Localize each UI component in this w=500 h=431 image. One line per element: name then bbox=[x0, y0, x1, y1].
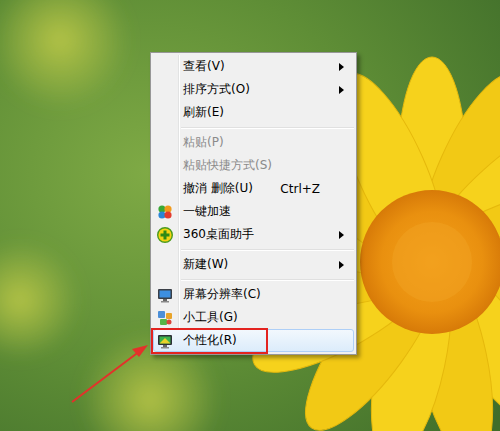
menu-item-label: 小工具(G) bbox=[183, 307, 339, 328]
menu-item-label: 屏幕分辨率(C) bbox=[183, 284, 339, 305]
icon-slot bbox=[157, 105, 173, 121]
menu-item-label: 新建(W) bbox=[183, 254, 339, 275]
menu-item-label: 个性化(R) bbox=[183, 330, 339, 351]
submenu-arrow-icon bbox=[339, 337, 344, 345]
menu-item-label: 360桌面助手 bbox=[183, 224, 339, 245]
menu-separator bbox=[181, 246, 354, 253]
menu-item[interactable]: 360桌面助手 bbox=[153, 223, 354, 246]
menu-item[interactable]: 刷新(E) bbox=[153, 101, 354, 124]
menu-item-label: 排序方式(O) bbox=[183, 79, 339, 100]
menu-item-label: 查看(V) bbox=[183, 56, 339, 77]
monitor-icon bbox=[157, 287, 173, 303]
menu-separator bbox=[181, 276, 354, 283]
menu-item[interactable]: 撤消 删除(U)Ctrl+Z bbox=[153, 177, 354, 200]
menu-item[interactable]: 粘贴(P) bbox=[153, 131, 354, 154]
icon-slot bbox=[157, 181, 173, 197]
shortcut: Ctrl+Z bbox=[280, 182, 320, 196]
menu-item[interactable]: 小工具(G) bbox=[153, 306, 354, 329]
menu-item-label: 粘贴(P) bbox=[183, 132, 339, 153]
icon-slot bbox=[157, 135, 173, 151]
menu-item[interactable]: 查看(V) bbox=[153, 55, 354, 78]
menu-item[interactable]: 屏幕分辨率(C) bbox=[153, 283, 354, 306]
icon-slot bbox=[157, 257, 173, 273]
menu-gutter bbox=[178, 55, 180, 352]
submenu-arrow-icon bbox=[339, 86, 344, 94]
menu-item-label: 一键加速 bbox=[183, 201, 339, 222]
menu-item[interactable]: 排序方式(O) bbox=[153, 78, 354, 101]
assistant-icon bbox=[157, 227, 173, 243]
menu-item-label: 撤消 删除(U) bbox=[183, 178, 280, 199]
submenu-arrow-icon bbox=[339, 231, 344, 239]
icon-slot bbox=[157, 82, 173, 98]
gadgets-icon bbox=[157, 310, 173, 326]
personalize-icon bbox=[157, 333, 173, 349]
icon-slot bbox=[157, 59, 173, 75]
submenu-arrow-icon bbox=[339, 261, 344, 269]
speedup-icon bbox=[157, 204, 173, 220]
menu-item[interactable]: 一键加速 bbox=[153, 200, 354, 223]
icon-slot bbox=[157, 158, 173, 174]
annotation-box bbox=[151, 328, 268, 354]
menu-item[interactable]: 粘贴快捷方式(S) bbox=[153, 154, 354, 177]
menu-item[interactable]: 个性化(R) bbox=[153, 329, 354, 352]
menu-item-label: 刷新(E) bbox=[183, 102, 339, 123]
submenu-arrow-icon bbox=[339, 63, 344, 71]
menu-separator bbox=[181, 124, 354, 131]
menu-item[interactable]: 新建(W) bbox=[153, 253, 354, 276]
menu-item-label: 粘贴快捷方式(S) bbox=[183, 155, 339, 176]
context-menu: 查看(V)排序方式(O)刷新(E) 粘贴(P)粘贴快捷方式(S)撤消 删除(U)C… bbox=[150, 52, 357, 355]
